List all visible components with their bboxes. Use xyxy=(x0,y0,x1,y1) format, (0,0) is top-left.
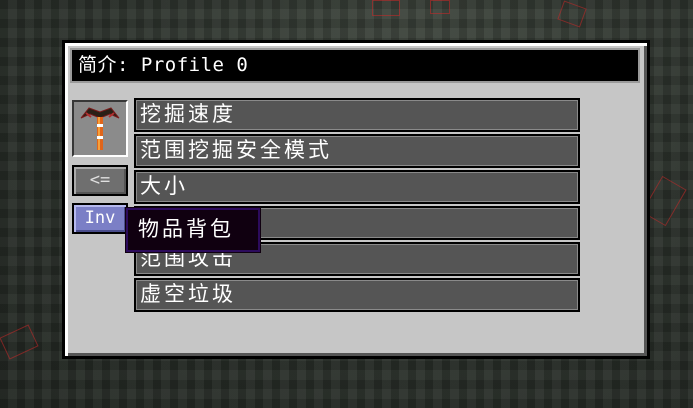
tool-slot[interactable] xyxy=(72,100,128,157)
pickaxe-icon xyxy=(80,107,120,150)
inventory-button[interactable]: Inv xyxy=(72,203,128,234)
block-outline xyxy=(372,0,400,16)
block-outline xyxy=(430,0,450,14)
back-button[interactable]: <= xyxy=(72,165,128,196)
profile-panel: 简介: Profile 0 <= Inv 挖掘速度 范围挖掘安全模式 大小 范围… xyxy=(62,40,650,359)
block-outline xyxy=(0,324,39,360)
module-item-area-mining-safe-mode[interactable]: 范围挖掘安全模式 xyxy=(134,134,580,168)
profile-name: Profile 0 xyxy=(140,54,249,76)
profile-title-bar: 简介: Profile 0 xyxy=(70,48,640,83)
module-item-mining-speed[interactable]: 挖掘速度 xyxy=(134,98,580,132)
block-outline xyxy=(557,0,587,28)
profile-title-prefix: 简介: xyxy=(78,54,129,76)
module-item-void-trash[interactable]: 虚空垃圾 xyxy=(134,278,580,312)
module-item-size[interactable]: 大小 xyxy=(134,170,580,204)
inventory-tooltip: 物品背包 xyxy=(125,207,261,253)
